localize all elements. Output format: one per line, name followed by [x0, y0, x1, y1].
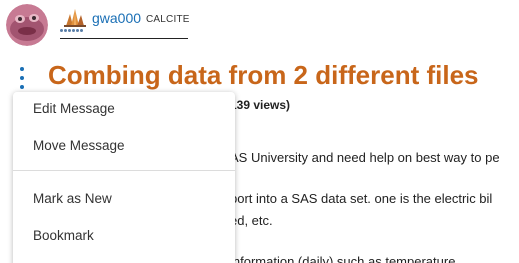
body-line: port into a SAS data set. one is the ele…	[230, 191, 493, 206]
rank-progress-dots	[60, 29, 83, 32]
menu-divider	[13, 170, 235, 171]
body-line: AS University and need help on best way …	[230, 150, 500, 165]
options-dropdown-menu: Edit Message Move Message Mark as New Bo…	[13, 92, 235, 263]
post-title: Combing data from 2 different files	[48, 60, 479, 90]
calcite-crystal-icon	[62, 6, 88, 28]
menu-item-move-message[interactable]: Move Message	[33, 138, 125, 154]
menu-item-edit-message[interactable]: Edit Message	[33, 101, 115, 117]
view-count: 139 views)	[230, 98, 291, 112]
avatar[interactable]	[6, 4, 48, 46]
body-line: information (daily) such as temperature	[230, 254, 456, 263]
author-username[interactable]: gwa000	[92, 10, 141, 26]
author-divider	[60, 38, 188, 39]
menu-item-bookmark[interactable]: Bookmark	[33, 228, 94, 244]
author-rank: CALCITE	[146, 14, 190, 25]
body-line: ed, etc.	[230, 213, 273, 228]
menu-item-mark-as-new[interactable]: Mark as New	[33, 191, 112, 207]
kebab-menu-icon[interactable]	[17, 67, 27, 89]
